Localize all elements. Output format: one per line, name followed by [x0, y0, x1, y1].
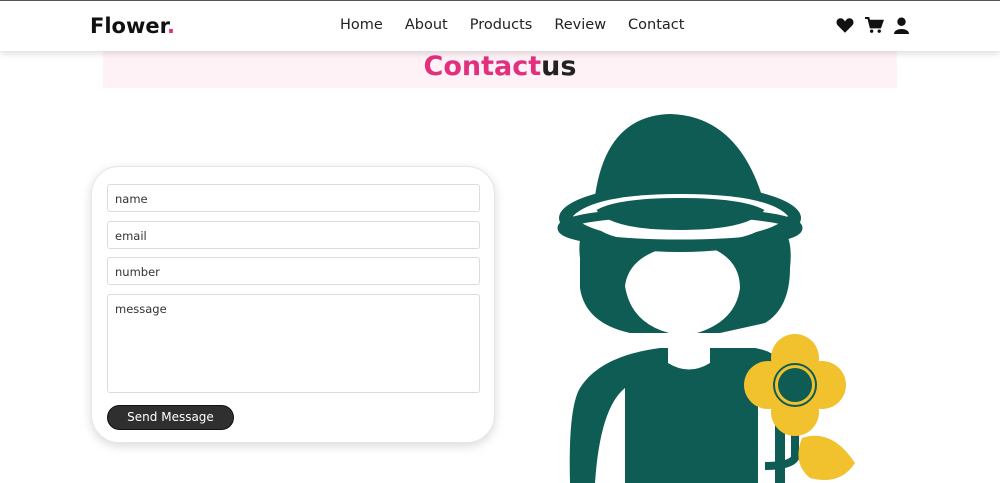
header-icons	[836, 16, 912, 35]
main-nav: Home About Products Review Contact	[340, 17, 706, 33]
number-input[interactable]: number	[107, 257, 480, 285]
nav-about[interactable]: About	[405, 17, 448, 33]
name-input[interactable]: name	[107, 184, 480, 212]
send-message-button[interactable]: Send Message	[107, 405, 234, 430]
section-title-band: Contactus	[103, 51, 897, 88]
contact-illustration	[540, 108, 870, 483]
title-highlight: Contact	[423, 51, 542, 82]
logo-text: Flower	[90, 14, 167, 38]
nav-review[interactable]: Review	[554, 17, 606, 33]
nav-products[interactable]: Products	[470, 17, 533, 33]
figure-body	[557, 114, 803, 483]
nav-contact[interactable]: Contact	[628, 17, 684, 33]
user-icon[interactable]	[894, 17, 912, 35]
cart-icon[interactable]	[865, 16, 885, 35]
nav-home[interactable]: Home	[340, 17, 383, 33]
contact-form: name email number message Send Message	[91, 166, 495, 443]
message-textarea[interactable]: message	[107, 294, 480, 393]
site-header: Flower. Home About Products Review Conta…	[0, 1, 1000, 51]
logo-dot: .	[166, 14, 175, 38]
title-rest: us	[541, 51, 577, 82]
page-title: Contactus	[103, 51, 897, 82]
logo[interactable]: Flower.	[90, 14, 175, 38]
heart-icon[interactable]	[836, 17, 854, 35]
email-input[interactable]: email	[107, 221, 480, 249]
